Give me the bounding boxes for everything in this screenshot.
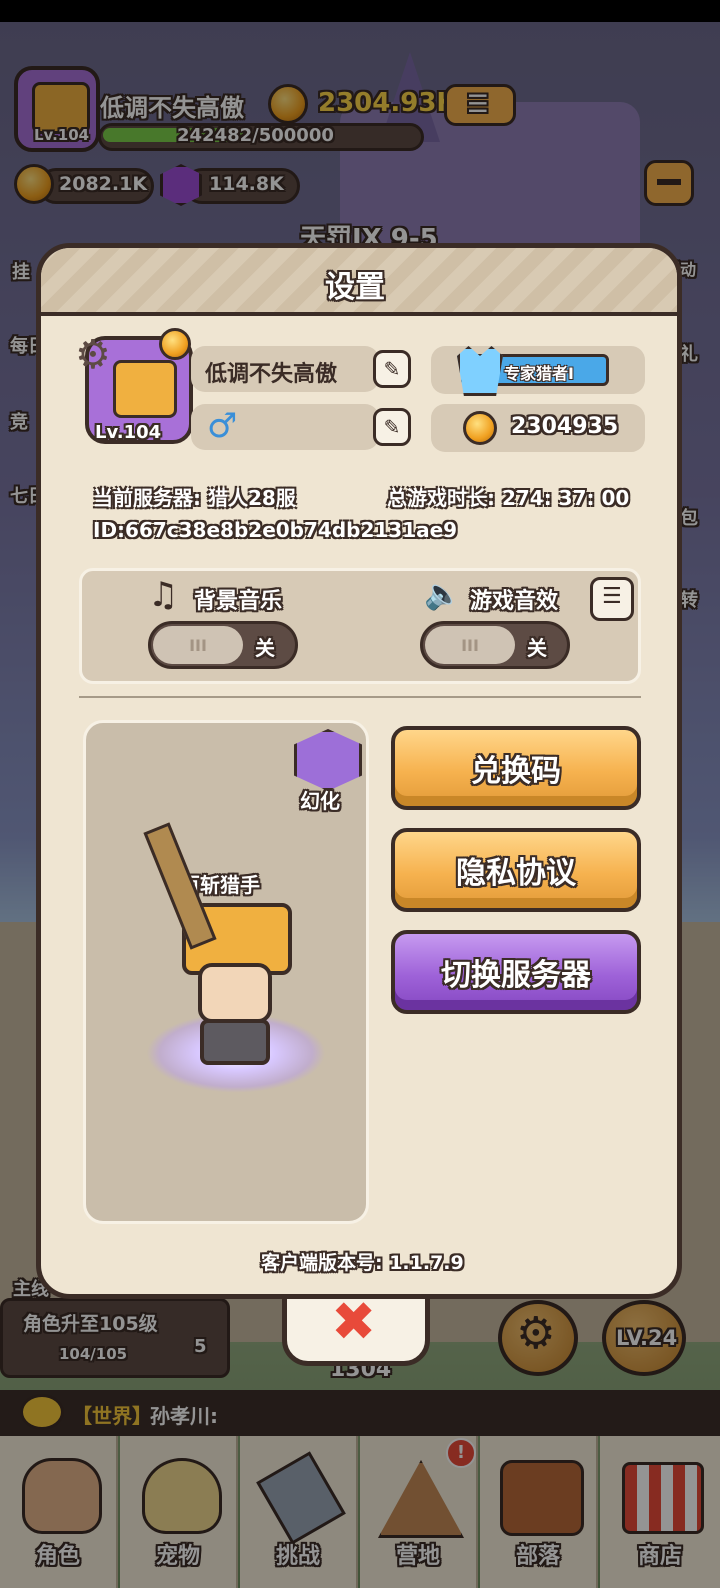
rank-panel: 专家猎者I bbox=[431, 346, 645, 396]
sfx-toggle-knob: III bbox=[425, 626, 515, 664]
edit-gender-button[interactable]: ✎ bbox=[373, 408, 411, 446]
nickname-text: 低调不失高傲 bbox=[205, 362, 338, 387]
music-toggle-knob: III bbox=[153, 626, 243, 664]
profile-level: Lv.104 bbox=[95, 422, 162, 443]
edit-icon: ✎ bbox=[383, 357, 401, 381]
score-panel: 2304935 bbox=[431, 404, 645, 452]
switch-server-button[interactable]: 切换服务器 bbox=[391, 930, 641, 1014]
coin-decoration-icon bbox=[159, 328, 191, 360]
redeem-code-button[interactable]: 兑换码 bbox=[391, 726, 641, 810]
id-text: ID:667c38e8b2e0b74db2131ae9 bbox=[93, 518, 458, 542]
avatar-face bbox=[113, 360, 177, 418]
music-toggle[interactable]: III 关 bbox=[148, 621, 298, 669]
speaker-icon: 🔈 bbox=[424, 577, 462, 612]
close-icon: ✖ bbox=[331, 1290, 377, 1353]
edit-icon: ✎ bbox=[383, 415, 401, 439]
sound-panel: ♫ 背景音乐 III 关 🔈 游戏音效 III 关 ☰ bbox=[79, 568, 641, 684]
sfx-label: 游戏音效 bbox=[470, 589, 559, 614]
music-note-icon: ♫ bbox=[148, 575, 179, 615]
sound-menu-button[interactable]: ☰ bbox=[590, 577, 634, 621]
sfx-toggle[interactable]: III 关 bbox=[420, 621, 570, 669]
dialog-header: 设置 bbox=[41, 248, 677, 316]
character-body bbox=[200, 1019, 270, 1065]
nickname-field: 低调不失高傲 bbox=[191, 346, 379, 392]
gold-icon bbox=[463, 411, 497, 445]
settings-dialog: 设置 Lv.104 ⚙ 低调不失高傲 ✎ ♂ ✎ 专家猎者I 2304935 当… bbox=[36, 243, 682, 1299]
sfx-toggle-label: 关 bbox=[527, 636, 547, 660]
music-label: 背景音乐 bbox=[194, 589, 283, 614]
transform-icon[interactable] bbox=[294, 729, 362, 791]
gear-icon: ⚙ bbox=[75, 332, 111, 378]
privacy-policy-button[interactable]: 隐私协议 bbox=[391, 828, 641, 912]
music-toggle-label: 关 bbox=[255, 636, 275, 660]
score-text: 2304935 bbox=[511, 414, 619, 439]
server-text: 当前服务器: 猎人28服 bbox=[93, 486, 296, 510]
list-icon: ☰ bbox=[602, 584, 622, 609]
edit-name-button[interactable]: ✎ bbox=[373, 350, 411, 388]
status-bar bbox=[0, 0, 720, 22]
rank-text: 专家猎者I bbox=[504, 364, 574, 383]
version-text: 客户端版本号: 1.1.7.9 bbox=[261, 1252, 464, 1274]
character-face bbox=[198, 963, 272, 1023]
dialog-title: 设置 bbox=[325, 270, 385, 305]
divider bbox=[79, 696, 641, 698]
character-preview: 幻化 百斩猎手 bbox=[83, 720, 369, 1224]
playtime-text: 总游戏时长: 274: 37: 00 bbox=[387, 486, 630, 510]
gender-field: ♂ bbox=[191, 404, 379, 450]
transform-label[interactable]: 幻化 bbox=[300, 785, 340, 814]
gender-icon: ♂ bbox=[207, 406, 238, 446]
